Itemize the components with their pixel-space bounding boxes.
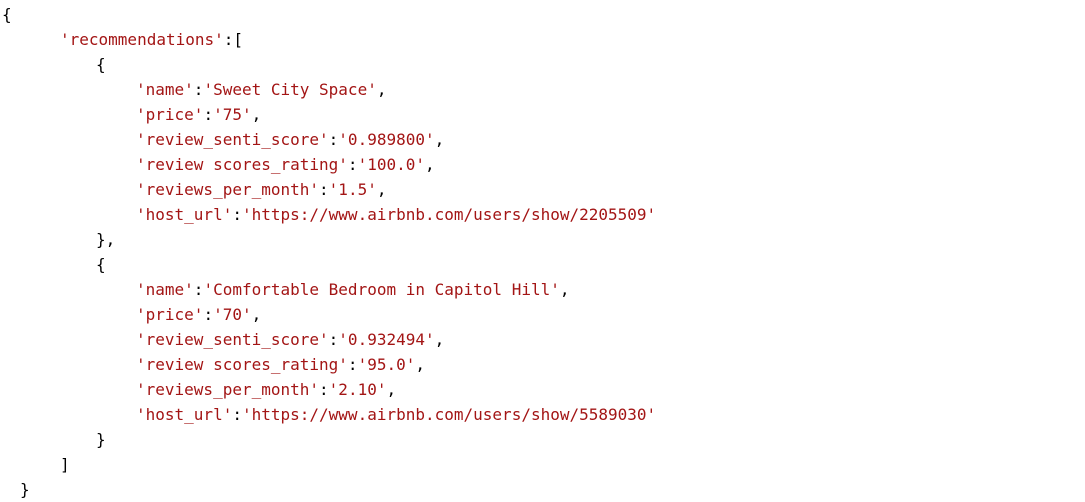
value-host-url: 'https://www.airbnb.com/users/show/55890… xyxy=(241,405,657,424)
item-open-brace: { xyxy=(96,55,106,74)
key-senti-score: 'review_senti_score' xyxy=(136,330,329,349)
key-senti-score: 'review_senti_score' xyxy=(136,130,329,149)
comma: , xyxy=(251,105,262,124)
value-name: 'Comfortable Bedroom in Capitol Hill' xyxy=(203,280,560,299)
item-open-brace: { xyxy=(96,255,106,274)
comma: , xyxy=(559,280,570,299)
comma: , xyxy=(251,305,262,324)
colon: : xyxy=(232,405,242,424)
code-line-item-close: } xyxy=(96,427,106,452)
key-reviews-per-month: 'reviews_per_month' xyxy=(136,380,320,399)
key-reviews-per-month: 'reviews_per_month' xyxy=(136,180,320,199)
value-senti-score: '0.989800' xyxy=(338,130,435,149)
value-reviews-per-month: '2.10' xyxy=(328,380,387,399)
comma: , xyxy=(425,155,435,174)
code-line-host-url: 'host_url':'https://www.airbnb.com/users… xyxy=(136,202,656,227)
colon: : xyxy=(319,380,329,399)
key-host-url: 'host_url' xyxy=(136,205,233,224)
colon: : xyxy=(347,155,358,174)
colon: : xyxy=(193,80,204,99)
colon: : xyxy=(347,355,358,374)
value-price: '75' xyxy=(213,105,252,124)
code-line-price: 'price':'75', xyxy=(136,102,261,127)
comma: , xyxy=(415,355,425,374)
code-line-scores-rating: 'review scores_rating':'100.0', xyxy=(136,152,435,177)
colon: : xyxy=(319,180,329,199)
key-host-url: 'host_url' xyxy=(136,405,233,424)
code-line-scores-rating: 'review scores_rating':'95.0', xyxy=(136,352,425,377)
code-line-name: 'name':'Sweet City Space', xyxy=(136,77,386,102)
code-line-open-brace: { xyxy=(2,2,12,27)
value-senti-score: '0.932494' xyxy=(338,330,435,349)
comma: , xyxy=(376,180,387,199)
code-line-name: 'name':'Comfortable Bedroom in Capitol H… xyxy=(136,277,570,302)
code-line-close-brace: } xyxy=(20,477,30,502)
comma: , xyxy=(386,380,397,399)
key-scores-rating: 'review scores_rating' xyxy=(136,355,348,374)
recommendations-key: 'recommendations' xyxy=(60,30,224,49)
code-line-recommendations: 'recommendations':[ xyxy=(60,27,243,52)
key-price: 'price' xyxy=(136,305,204,324)
code-line-host-url: 'host_url':'https://www.airbnb.com/users… xyxy=(136,402,656,427)
colon: : xyxy=(193,280,204,299)
value-host-url: 'https://www.airbnb.com/users/show/22055… xyxy=(241,205,657,224)
code-line-price: 'price':'70', xyxy=(136,302,261,327)
code-line-senti-score: 'review_senti_score':'0.932494', xyxy=(136,327,444,352)
value-price: '70' xyxy=(213,305,252,324)
code-line-reviews-per-month: 'reviews_per_month':'1.5', xyxy=(136,177,386,202)
comma: , xyxy=(434,130,445,149)
item-close-brace: } xyxy=(96,430,106,449)
item-close-brace: }, xyxy=(96,230,116,249)
close-brace: } xyxy=(20,480,30,499)
code-line-item-open: { xyxy=(96,52,106,77)
key-scores-rating: 'review scores_rating' xyxy=(136,155,348,174)
value-scores-rating: '100.0' xyxy=(357,155,425,174)
key-name: 'name' xyxy=(136,80,194,99)
colon: : xyxy=(232,205,242,224)
array-open: :[ xyxy=(223,30,244,49)
json-code-block: { 'recommendations':[ { 'name':'Sweet Ci… xyxy=(0,0,1085,502)
value-reviews-per-month: '1.5' xyxy=(328,180,377,199)
code-line-senti-score: 'review_senti_score':'0.989800', xyxy=(136,127,444,152)
colon: : xyxy=(328,330,339,349)
code-line-reviews-per-month: 'reviews_per_month':'2.10', xyxy=(136,377,396,402)
colon: : xyxy=(203,305,214,324)
value-name: 'Sweet City Space' xyxy=(203,80,377,99)
colon: : xyxy=(328,130,339,149)
key-price: 'price' xyxy=(136,105,204,124)
comma: , xyxy=(434,330,445,349)
colon: : xyxy=(203,105,214,124)
open-brace: { xyxy=(2,5,12,24)
array-close-bracket: ] xyxy=(60,455,70,474)
value-scores-rating: '95.0' xyxy=(357,355,416,374)
code-line-item-open: { xyxy=(96,252,106,277)
key-name: 'name' xyxy=(136,280,194,299)
code-line-array-close: ] xyxy=(60,452,70,477)
code-line-item-close: }, xyxy=(96,227,115,252)
comma: , xyxy=(376,80,387,99)
